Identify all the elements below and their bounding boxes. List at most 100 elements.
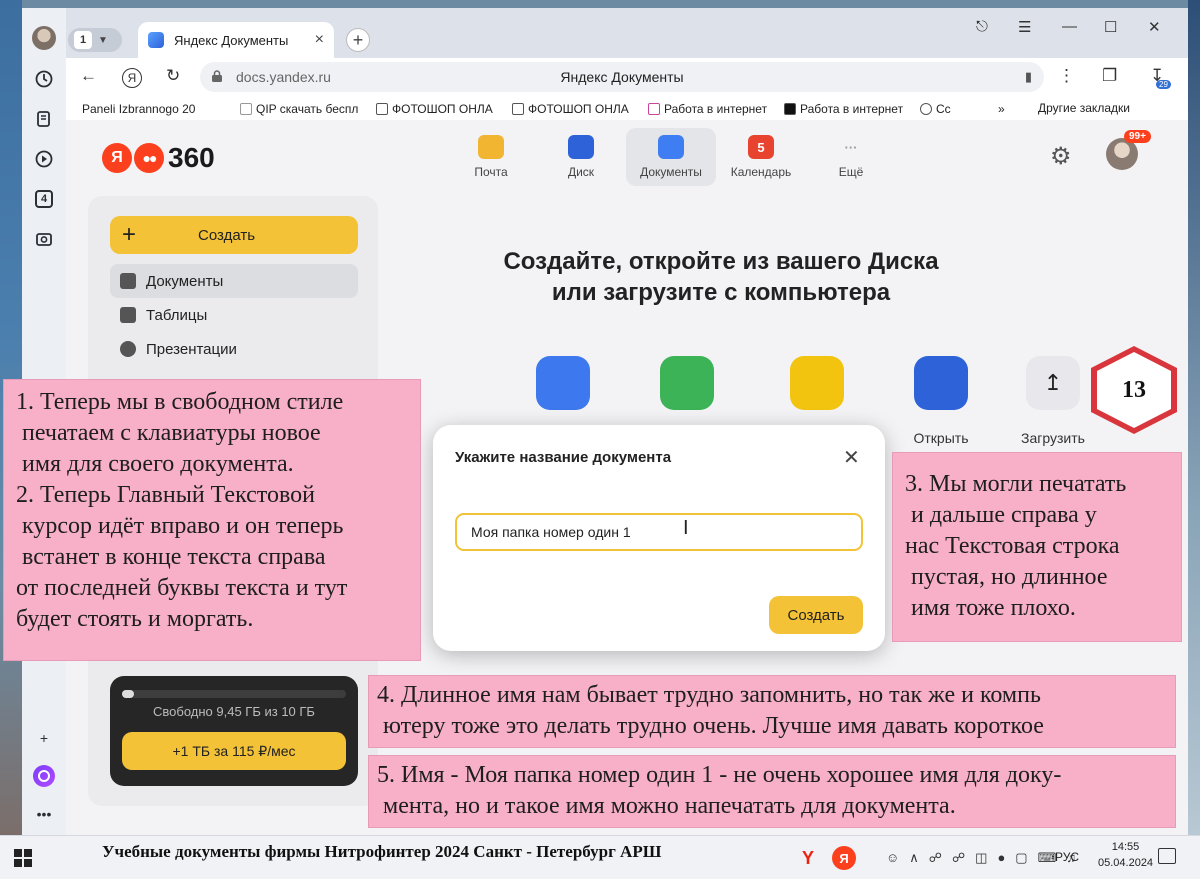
open-from-disk-icon[interactable] [914, 356, 968, 410]
logo-mark-icon: ●● [134, 143, 164, 173]
more-icon[interactable]: ••• [33, 803, 55, 825]
main-heading: Создайте, откройте из вашего Диска или з… [503, 248, 939, 306]
yandex-browser-icon: Y [801, 847, 814, 868]
bookmark-item[interactable]: ФОТОШОП ОНЛА [512, 102, 648, 116]
security-icon[interactable]: ☍ [952, 850, 965, 866]
device-icon[interactable]: ◫ [975, 850, 987, 866]
tab-group-counter[interactable]: 1 ▼ [68, 28, 122, 52]
bookmark-item[interactable]: Работа в интернет [784, 102, 920, 116]
docs-favicon-icon [148, 32, 164, 48]
reload-icon[interactable]: ↻ [166, 66, 180, 86]
close-icon[interactable]: ✕ [843, 445, 860, 470]
bookmarks-overflow[interactable]: » [998, 102, 1005, 116]
tab-title: Яндекс Документы [174, 32, 289, 48]
collections-icon[interactable] [33, 108, 55, 130]
back-icon[interactable]: ← [80, 66, 97, 86]
tab-yandex-docs[interactable]: Яндекс Документы × [138, 22, 334, 58]
display-icon[interactable]: ▢ [1015, 850, 1027, 866]
desktop-background-top [22, 0, 1188, 8]
disk-icon [568, 135, 594, 159]
taskbar-yandex-browser[interactable]: Y [792, 842, 824, 874]
sidebar-item-documents[interactable]: Документы [110, 264, 358, 298]
yandex-360-logo[interactable]: Я ●● 360 [102, 142, 215, 174]
create-document-button[interactable]: Создать [769, 596, 863, 634]
profile-avatar[interactable] [32, 26, 56, 50]
bookmark-favicon-icon [784, 103, 796, 115]
new-tab-button[interactable]: + [346, 28, 370, 52]
service-more[interactable]: ··· Ещё [806, 128, 896, 186]
maximize-icon[interactable]: ☐ [1104, 18, 1117, 36]
chevron-up-icon[interactable]: ∧ [909, 850, 919, 866]
storage-widget: Свободно 9,45 ГБ из 10 ГБ +1 ТБ за 115 ₽… [110, 676, 358, 786]
service-disk[interactable]: Диск [536, 128, 626, 186]
more-vert-icon[interactable]: ⋮ [1058, 66, 1075, 86]
sidebar-item-tables[interactable]: Таблицы [110, 298, 358, 332]
chevron-down-icon: ▼ [98, 34, 108, 46]
more-dots-icon: ··· [844, 139, 858, 155]
bookmark-icon[interactable]: ▮ [1025, 69, 1032, 85]
new-table-icon[interactable] [660, 356, 714, 410]
user-tray-icon[interactable]: ☺ [886, 850, 899, 866]
downloads-badge: 29 [1156, 80, 1171, 89]
bookmark-favicon-icon [240, 103, 252, 115]
service-mail[interactable]: Почта [446, 128, 536, 186]
extensions-icon[interactable]: ❐ [1102, 66, 1117, 86]
notifications-badge: 99+ [1124, 130, 1151, 143]
bookmark-favicon-icon [648, 103, 660, 115]
bookmark-item[interactable]: Работа в интернет [648, 102, 784, 116]
clock[interactable]: 14:55 05.04.2024 [1098, 839, 1153, 871]
network-icon[interactable]: ☍ [929, 850, 942, 866]
url-field[interactable]: docs.yandex.ru Яндекс Документы ▮ [200, 62, 1044, 92]
storage-progress-fill [122, 690, 135, 698]
plus-icon: + [122, 221, 137, 248]
windows-start-icon[interactable] [14, 849, 32, 867]
bookmark-item[interactable]: Paneli Izbrannogo 20 [82, 102, 240, 116]
alice-icon[interactable] [33, 765, 55, 787]
keyboard-icon[interactable]: ⌨ [1038, 850, 1057, 866]
caption-text: Учебные документы фирмы Нитрофинтер 2024… [102, 842, 662, 861]
page-icon [376, 103, 388, 115]
yandex-home-icon[interactable]: Я [122, 68, 142, 88]
other-bookmarks[interactable]: Другие закладки [1038, 101, 1130, 115]
service-calendar[interactable]: 5 Календарь [716, 128, 806, 186]
page-icon [512, 103, 524, 115]
language-indicator[interactable]: РУС [1055, 850, 1079, 864]
storage-progress [122, 690, 346, 698]
new-presentation-icon[interactable] [790, 356, 844, 410]
new-document-icon[interactable] [536, 356, 590, 410]
text-cursor-icon: I [683, 517, 689, 539]
bookmark-item[interactable]: QIP скачать беспл [240, 102, 376, 116]
presentation-icon [120, 341, 136, 357]
notifications-icon[interactable] [1158, 848, 1176, 864]
annotation-note-4: 4. Длинное имя нам бывает трудно запомни… [368, 675, 1176, 748]
upgrade-storage-button[interactable]: +1 ТБ за 115 ₽/мес [122, 732, 346, 770]
close-window-icon[interactable]: ✕ [1148, 18, 1161, 36]
history-icon[interactable] [33, 68, 55, 90]
screenshot-icon[interactable] [33, 228, 55, 250]
desktop-background-right [1188, 0, 1200, 835]
document-icon [120, 273, 136, 289]
sidebar-item-presentations[interactable]: Презентации [110, 332, 358, 366]
upload-icon[interactable]: ↥ [1026, 356, 1080, 410]
microphone-icon[interactable]: ● [997, 850, 1005, 866]
close-tab-icon[interactable]: × [315, 31, 324, 49]
menu-icon[interactable]: ☰ [1018, 18, 1031, 36]
bookmarks-panel-icon[interactable]: ⎋ [976, 18, 988, 35]
table-icon [120, 307, 136, 323]
document-name-input[interactable] [455, 513, 863, 551]
bookmark-item[interactable]: ФОТОШОП ОНЛА [376, 102, 512, 116]
taskbar-yandex-app[interactable]: Я [828, 842, 860, 874]
create-button[interactable]: + Создать [110, 216, 358, 254]
bookmark-item[interactable]: Сс [920, 102, 970, 116]
storage-text: Свободно 9,45 ГБ из 10 ГБ [153, 704, 315, 719]
sidepanel-badge[interactable]: 4 [33, 188, 55, 210]
mail-icon [478, 135, 504, 159]
service-documents[interactable]: Документы [626, 128, 716, 186]
page-title: Яндекс Документы [560, 69, 684, 85]
system-tray: ☺ ∧ ☍ ☍ ◫ ● ▢ ⌨ ♫ [886, 850, 1076, 866]
settings-gear-icon[interactable]: ⚙ [1050, 142, 1072, 171]
annotation-note-1: 1. Теперь мы в свободном стиле печатаем … [3, 379, 421, 661]
play-icon[interactable] [33, 148, 55, 170]
minimize-icon[interactable]: — [1062, 18, 1077, 35]
add-panel-icon[interactable]: + [33, 727, 55, 749]
